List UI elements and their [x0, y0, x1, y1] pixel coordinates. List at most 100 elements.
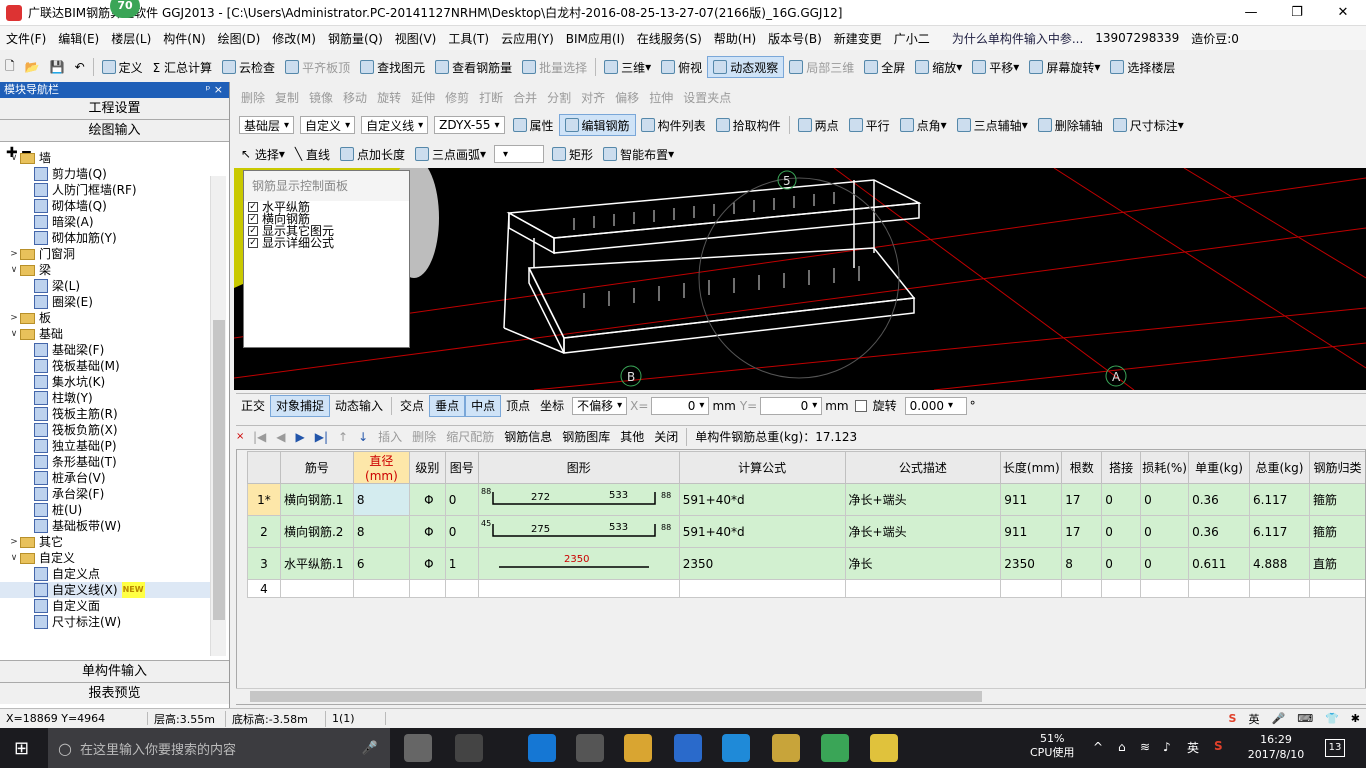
pin-close-icon[interactable]: ᵖ ×: [206, 82, 229, 98]
tree-item[interactable]: 柱墩(Y): [0, 390, 210, 406]
move-button[interactable]: 移动: [338, 86, 372, 108]
fullscreen-button[interactable]: 全屏: [859, 56, 910, 78]
align-button[interactable]: 对齐: [576, 86, 610, 108]
line-button[interactable]: ╲ 直线: [290, 143, 335, 165]
save-icon[interactable]: 💾: [45, 56, 70, 78]
rotate-button[interactable]: 旋转: [372, 86, 406, 108]
cell-tw[interactable]: [1249, 579, 1310, 598]
table-row[interactable]: 1* 横向钢筋.1 8 Φ 0 272 533 88 88 591+40*d 净长+端头 911 17 0…: [247, 483, 1366, 516]
keyboard-icon[interactable]: ⌨: [1291, 712, 1319, 725]
intersection-snap-button[interactable]: 交点: [395, 395, 429, 417]
cell-uw[interactable]: 0.36: [1188, 483, 1250, 516]
header-cell[interactable]: 搭接: [1101, 451, 1142, 484]
delete-axis-button[interactable]: 删除辅轴: [1033, 114, 1108, 136]
tree-item[interactable]: 梁(L): [0, 278, 210, 294]
cell-count[interactable]: 17: [1061, 515, 1103, 548]
close-button[interactable]: 关闭: [649, 426, 683, 448]
tree-item[interactable]: 筏板主筋(R): [0, 406, 210, 422]
cell-loss[interactable]: 0: [1140, 547, 1190, 580]
cell-uw[interactable]: 0.36: [1188, 515, 1250, 548]
stretch-button[interactable]: 拉伸: [644, 86, 678, 108]
header-cell[interactable]: 计算公式: [678, 451, 846, 484]
checkbox-checked-icon[interactable]: ✓: [248, 238, 258, 248]
extend-button[interactable]: 延伸: [406, 86, 440, 108]
restore-icon[interactable]: ❐: [1274, 0, 1320, 26]
flush-slab-top-button[interactable]: 平齐板顶: [280, 56, 355, 78]
object-snap-button[interactable]: 对象捕捉: [270, 394, 331, 417]
help-app-icon[interactable]: [870, 734, 898, 762]
header-cell[interactable]: 级别: [408, 451, 446, 484]
header-cell[interactable]: 筋号: [279, 451, 354, 484]
pan-button[interactable]: 平移 ▾: [967, 56, 1024, 78]
row-number[interactable]: 1*: [247, 483, 281, 516]
question-link[interactable]: 为什么单构件输入中参...: [946, 30, 1089, 47]
menu-view[interactable]: 视图(V): [389, 30, 443, 47]
menu-draw[interactable]: 绘图(D): [212, 30, 267, 47]
cell-grade[interactable]: Φ: [408, 483, 446, 516]
menu-file[interactable]: 文件(F): [0, 30, 52, 47]
prev-record-icon[interactable]: ◀: [271, 426, 290, 448]
cell-count[interactable]: 17: [1061, 483, 1103, 516]
cell-formula[interactable]: [678, 579, 846, 598]
assistant-button[interactable]: 广小二: [888, 30, 936, 47]
menu-floor[interactable]: 楼层(L): [105, 30, 157, 47]
arc-option-select[interactable]: [494, 145, 545, 163]
layer-select[interactable]: 基础层: [239, 116, 295, 134]
properties-button[interactable]: 属性: [508, 114, 559, 136]
split-button[interactable]: 分割: [542, 86, 576, 108]
coordinate-snap-button[interactable]: 坐标: [535, 395, 569, 417]
collapse-icon[interactable]: ∨: [8, 550, 20, 566]
sogou-tray-icon[interactable]: S: [1214, 739, 1223, 753]
taskbar-search[interactable]: ○ 在这里输入你要搜索的内容 🎤: [48, 728, 390, 768]
tree-item[interactable]: 砌体墙(Q): [0, 198, 210, 214]
next-record-icon[interactable]: ▶: [291, 426, 310, 448]
task-view-icon[interactable]: [404, 734, 432, 762]
cell-desc[interactable]: 净长+端头: [844, 515, 1002, 548]
tree-folder[interactable]: ∨ 自定义: [0, 550, 210, 566]
edge-browser-icon[interactable]: [528, 734, 556, 762]
menu-edit[interactable]: 编辑(E): [52, 30, 105, 47]
ortho-button[interactable]: 正交: [236, 395, 270, 417]
tree-item[interactable]: 尺寸标注(W): [0, 614, 210, 630]
tree-item[interactable]: 桩(U): [0, 502, 210, 518]
cell-loss[interactable]: 0: [1140, 483, 1190, 516]
close-icon[interactable]: ✕: [1320, 0, 1366, 26]
vertex-snap-button[interactable]: 顶点: [501, 395, 535, 417]
cell-len[interactable]: 911: [1000, 483, 1063, 516]
checkbox-checked-icon[interactable]: ✓: [248, 202, 258, 212]
ime-mode[interactable]: 英: [1242, 711, 1265, 727]
expand-icon[interactable]: >: [8, 310, 20, 326]
tree-item[interactable]: 筏板基础(M): [0, 358, 210, 374]
other-button[interactable]: 其他: [615, 426, 649, 448]
screen-rotate-button[interactable]: 屏幕旋转 ▾: [1024, 56, 1105, 78]
file-explorer-icon[interactable]: [624, 734, 652, 762]
two-point-button[interactable]: 两点: [793, 114, 844, 136]
expand-icon[interactable]: >: [8, 534, 20, 550]
smart-layout-button[interactable]: 智能布置 ▾: [598, 143, 679, 165]
edit-rebar-button[interactable]: 编辑钢筋: [558, 114, 636, 136]
cell-shape[interactable]: 272 533 88 88: [477, 483, 680, 516]
cell-cat[interactable]: 箍筋: [1308, 483, 1366, 516]
header-cell[interactable]: 公式描述: [844, 451, 1002, 484]
checkbox-checked-icon[interactable]: ✓: [248, 214, 258, 224]
collapse-icon[interactable]: ∨: [8, 150, 20, 166]
summary-calc-button[interactable]: Σ 汇总计算: [148, 56, 217, 78]
cell-fig[interactable]: 0: [444, 483, 479, 516]
menu-help[interactable]: 帮助(H): [708, 30, 762, 47]
cell-grade[interactable]: Φ: [408, 547, 446, 580]
tree-item[interactable]: 砌体加筋(Y): [0, 230, 210, 246]
open-file-icon[interactable]: 📂: [20, 56, 45, 78]
tree-item[interactable]: 条形基础(T): [0, 454, 210, 470]
tree-folder[interactable]: ∨ 基础: [0, 326, 210, 342]
microphone-icon[interactable]: 🎤: [362, 741, 378, 756]
first-record-icon[interactable]: |◀: [248, 426, 271, 448]
tree-item[interactable]: 集水坑(K): [0, 374, 210, 390]
header-cell[interactable]: 长度(mm): [1000, 451, 1063, 484]
cell-dia[interactable]: 6: [352, 547, 410, 580]
rotate-checkbox[interactable]: [854, 399, 867, 412]
cell-len[interactable]: 911: [1000, 515, 1063, 548]
store-icon[interactable]: [576, 734, 604, 762]
phone-account[interactable]: 13907298339: [1089, 31, 1185, 45]
cell-shape[interactable]: [477, 579, 680, 598]
tree-scrollbar[interactable]: [210, 176, 226, 656]
